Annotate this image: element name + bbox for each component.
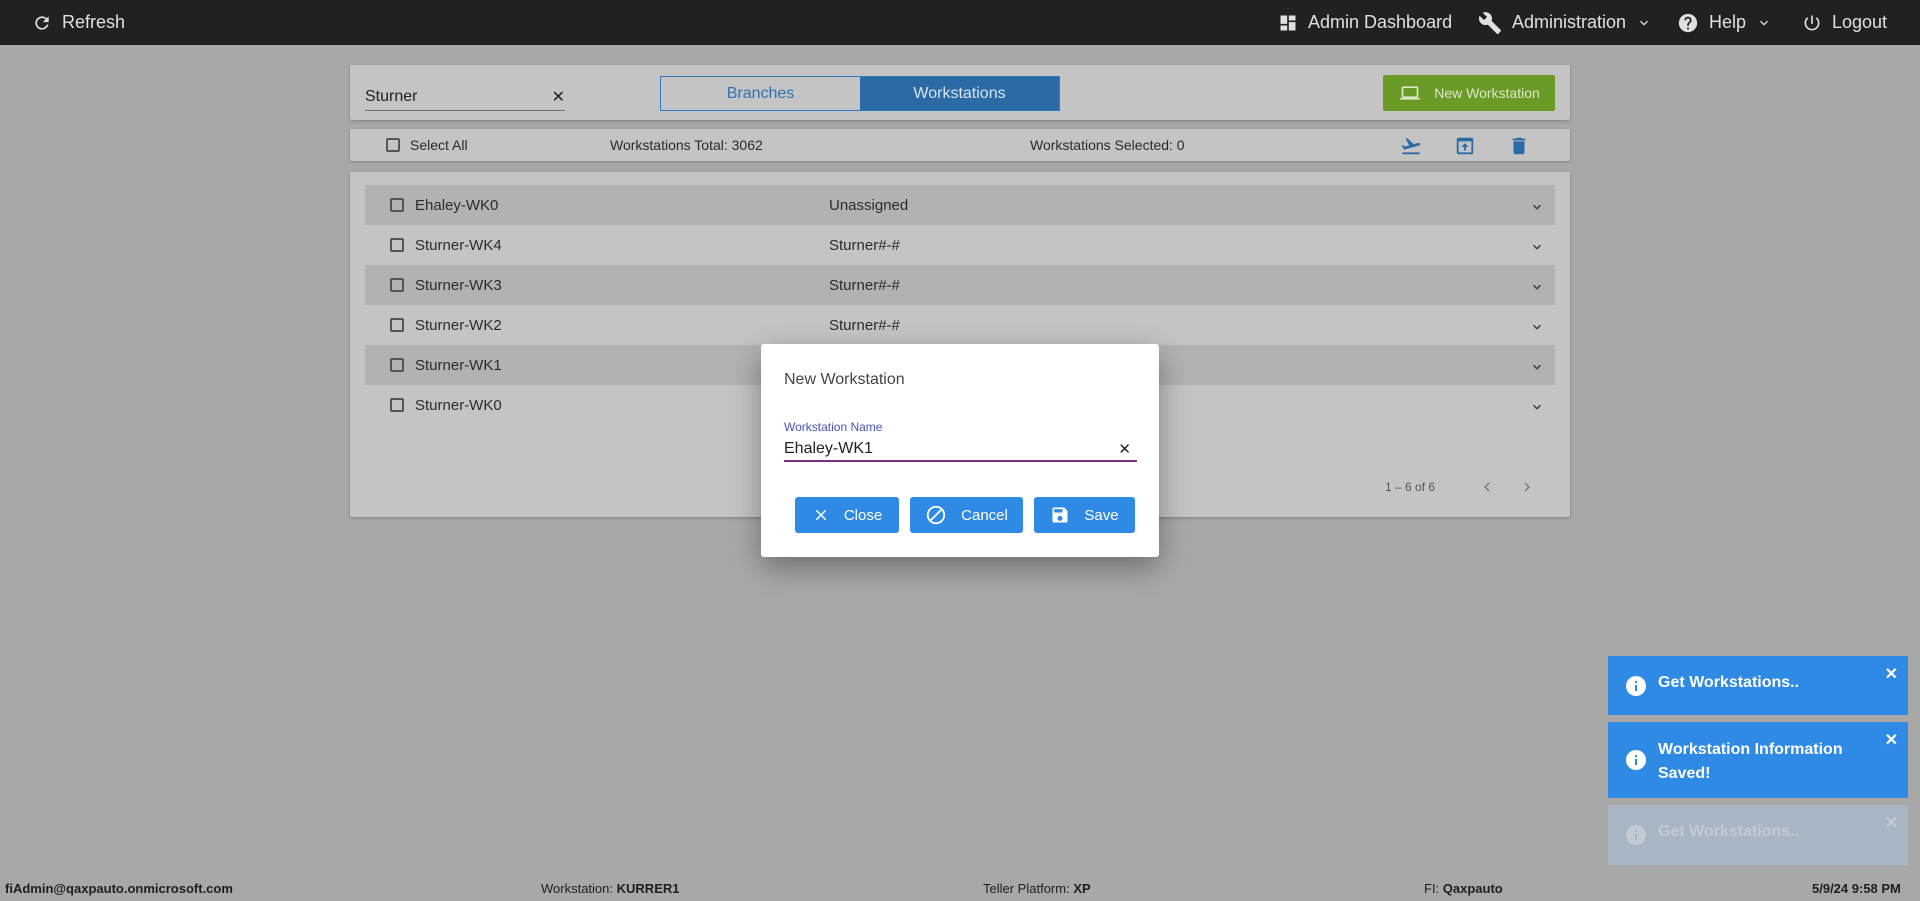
workstation-name-label: Workstation Name [784,420,883,434]
help-label: Help [1709,12,1747,32]
chevron-down-icon[interactable] [1529,239,1545,255]
workstation-name: Sturner-WK3 [415,276,502,294]
select-all-checkbox[interactable] [386,138,400,152]
power-icon [1804,15,1820,30]
help-menu[interactable]: Help [1677,0,1772,45]
toast-saved: Workstation Information Saved! ✕ [1608,722,1908,798]
cancel-label: Cancel [961,506,1008,524]
search-input[interactable]: Sturner ✕ [365,83,565,111]
workstation-branch: Sturner#-# [829,276,900,294]
toast-text: Get Workstations.. [1658,823,1800,840]
search-value: Sturner [365,87,418,105]
admin-dashboard-label: Admin Dashboard [1308,12,1453,32]
tab-workstations[interactable]: Workstations [860,77,1059,110]
refresh-icon [35,15,49,30]
row-checkbox[interactable] [390,398,404,412]
toast-get-workstations: Get Workstations.. ✕ [1608,656,1908,715]
workstation-branch: Unassigned [829,196,909,214]
workstation-name: Ehaley-WK0 [415,196,499,214]
clear-input-icon[interactable]: ✕ [1118,440,1131,458]
workstations-total: Workstations Total: 3062 [610,137,763,153]
upload-icon[interactable] [1454,135,1476,162]
administration-menu[interactable]: Administration [1478,0,1652,45]
refresh-label: Refresh [62,12,126,32]
close-icon [815,509,827,521]
footer-datetime: 5/9/24 9:58 PM [1812,881,1901,896]
toast-text: Workstation Information Saved! [1658,741,1843,782]
row-checkbox[interactable] [390,358,404,372]
top-bar: Refresh Admin Dashboard Administration H… [0,0,1920,45]
dialog-title: New Workstation [784,371,905,388]
delete-icon[interactable] [1508,135,1530,162]
row-checkbox[interactable] [390,198,404,212]
new-workstation-button[interactable]: New Workstation [1383,75,1555,111]
view-toggle: Branches Workstations [660,76,1060,111]
chevron-down-icon [1640,20,1649,26]
wrench-icon [1478,11,1501,34]
close-button[interactable]: Close [795,497,899,533]
workstation-branch: Sturner#-# [829,316,900,334]
dashboard-icon [1280,15,1296,30]
table-row[interactable]: Ehaley-WK0 Unassigned [365,185,1555,225]
footer-fi: FI: Qaxpauto [1424,881,1503,896]
cancel-button[interactable]: Cancel [910,497,1023,533]
workstation-branch: Sturner#-# [829,236,900,254]
logout-label: Logout [1832,12,1888,32]
logout-button[interactable]: Logout [1802,0,1887,45]
new-workstation-label: New Workstation [1434,85,1540,101]
chevron-down-icon[interactable] [1529,399,1545,415]
block-icon [926,505,946,525]
chevron-down-icon[interactable] [1529,199,1545,215]
clear-search-icon[interactable]: ✕ [552,87,565,107]
close-label: Close [843,506,883,524]
workstation-name: Sturner-WK4 [415,236,502,254]
table-row[interactable]: Sturner-WK3 Sturner#-# [365,265,1555,305]
laptop-icon [1400,86,1421,100]
list-toolbar: Select All Workstations Total: 3062 Work… [350,129,1570,161]
tab-branches[interactable]: Branches [661,77,860,110]
select-all-label: Select All [410,137,468,153]
table-row[interactable]: Sturner-WK2 Sturner#-# [365,305,1555,345]
administration-label: Administration [1512,12,1627,32]
toast-text: Get Workstations.. [1658,674,1800,691]
close-icon[interactable]: ✕ [1885,813,1898,833]
admin-dashboard-link[interactable]: Admin Dashboard [1278,0,1452,45]
table-row[interactable]: Sturner-WK4 Sturner#-# [365,225,1555,265]
status-footer: fiAdmin@qaxpauto.onmicrosoft.com Worksta… [0,876,1920,901]
row-checkbox[interactable] [390,238,404,252]
workstation-name-input[interactable]: Ehaley-WK1 ✕ [784,437,1137,462]
info-icon [1626,825,1646,845]
workstations-selected: Workstations Selected: 0 [1030,137,1185,153]
row-checkbox[interactable] [390,278,404,292]
chevron-down-icon[interactable] [1529,359,1545,375]
row-checkbox[interactable] [390,318,404,332]
toast-get-workstations-fading: Get Workstations.. ✕ [1608,805,1908,865]
workstation-name-value: Ehaley-WK1 [784,439,873,457]
chevron-down-icon [1760,20,1769,26]
footer-user: fiAdmin@qaxpauto.onmicrosoft.com [5,881,233,896]
save-label: Save [1084,506,1119,524]
save-button[interactable]: Save [1034,497,1135,533]
save-icon [1052,507,1068,523]
prev-page-icon[interactable] [1478,478,1496,501]
pager-range: 1 – 6 of 6 [1385,480,1436,494]
chevron-down-icon[interactable] [1529,319,1545,335]
close-icon[interactable]: ✕ [1885,730,1898,750]
new-workstation-dialog: New Workstation Workstation Name Ehaley-… [761,344,1159,557]
footer-platform: Teller Platform: XP [983,881,1091,896]
info-icon [1626,750,1646,770]
refresh-button[interactable]: Refresh [32,0,125,45]
chevron-down-icon[interactable] [1529,279,1545,295]
help-icon [1678,13,1698,32]
close-icon[interactable]: ✕ [1885,664,1898,684]
next-page-icon[interactable] [1518,478,1536,501]
info-icon [1626,676,1646,696]
footer-workstation: Workstation: KURRER1 [541,881,680,896]
workstation-name: Sturner-WK2 [415,316,502,334]
flight-takeoff-icon[interactable] [1400,135,1422,162]
